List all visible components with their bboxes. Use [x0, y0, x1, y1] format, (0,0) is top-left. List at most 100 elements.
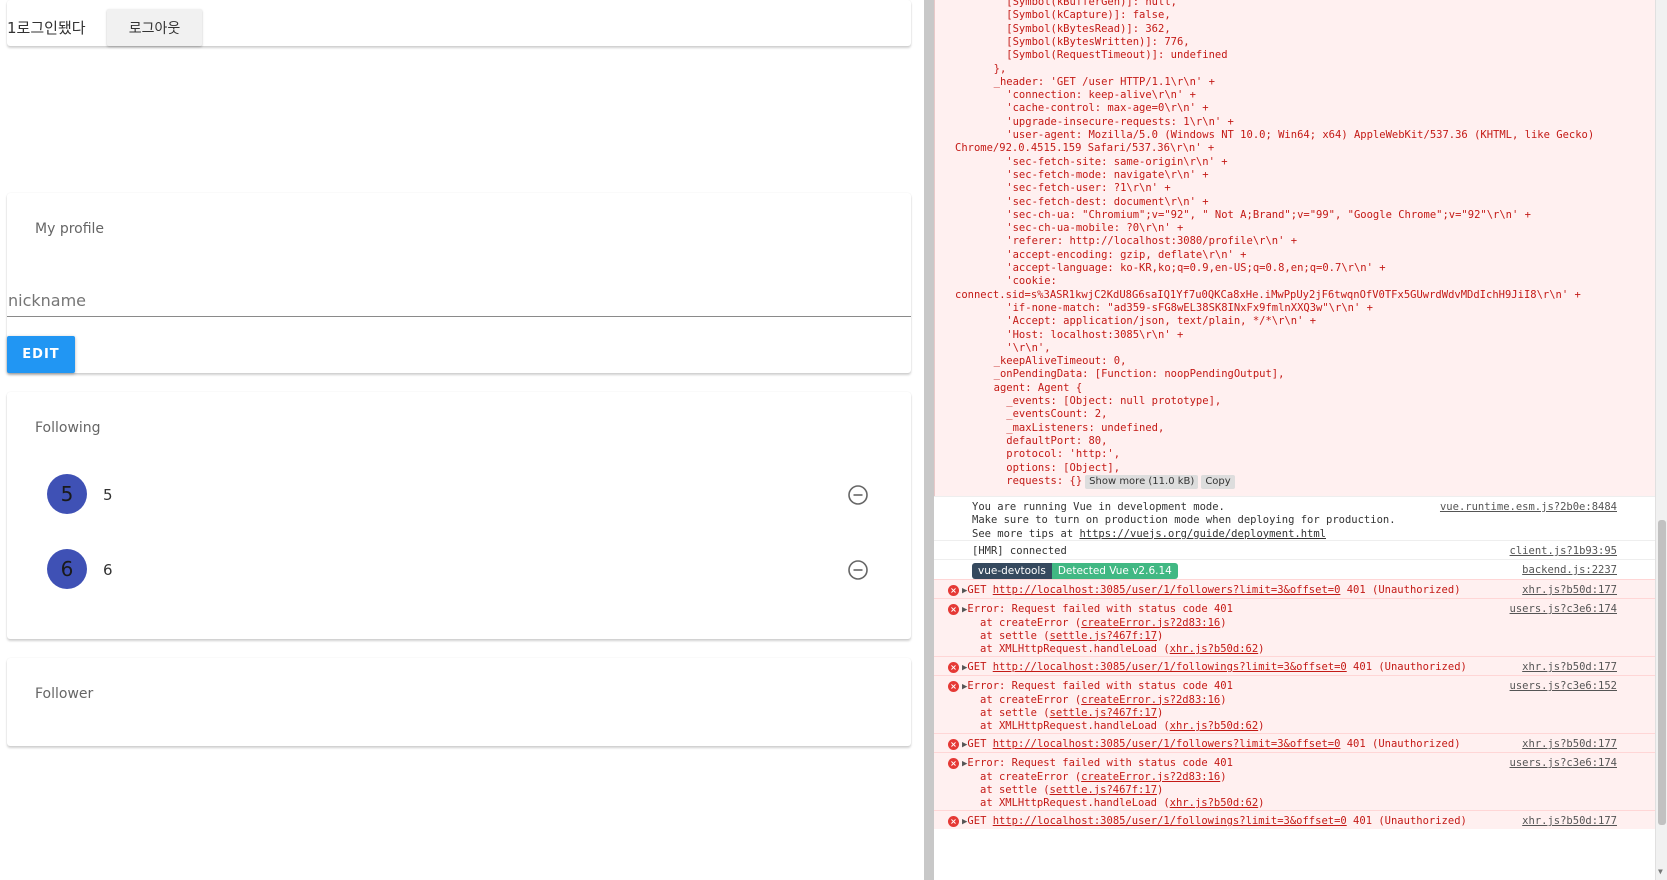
console-object-line: _maxListeners: undefined, [981, 421, 1165, 434]
console-scrollbar[interactable]: ▼ [1655, 0, 1667, 880]
console-error-get: × ▶GET http://localhost:3085/user/1/follo… [934, 579, 1655, 598]
logout-button[interactable]: 로그아웃 [107, 9, 202, 46]
expand-caret-icon[interactable]: ▶ [962, 605, 967, 615]
nickname-input[interactable] [7, 284, 911, 317]
expand-caret-icon[interactable]: ▶ [962, 682, 967, 692]
request-url-link[interactable]: http://localhost:3085/user/1/followings?… [993, 815, 1347, 827]
console-object-line: [Symbol(kCapture)]: false, [981, 9, 1171, 22]
minus-circle-icon[interactable] [847, 484, 869, 506]
console-object-line: 'sec-fetch-dest: document\r\n' + [981, 195, 1209, 208]
error-icon: × [948, 662, 959, 673]
console-error-get: × ▶GET http://localhost:3085/user/1/follo… [934, 733, 1655, 752]
console-line[interactable]: ▶GET http://localhost:3085/user/1/follow… [962, 814, 1467, 829]
expand-caret-icon[interactable]: ▶ [962, 817, 967, 827]
login-card: 1로그인됐다 로그아웃 [7, 0, 911, 46]
console-object-line: 'sec-fetch-user: ?1\r\n' + [981, 182, 1171, 195]
expand-caret-icon[interactable]: ▶ [962, 759, 967, 769]
console-object-line: [Symbol(kBytesRead)]: 362, [981, 22, 1171, 35]
console-scrollbar-thumb[interactable] [1658, 520, 1666, 825]
stack-source-link[interactable]: settle.js?467f:17 [1050, 707, 1157, 719]
console-line: You are running Vue in development mode. [972, 501, 1225, 513]
console-line[interactable]: ▶GET http://localhost:3085/user/1/follow… [962, 660, 1467, 675]
console-source-link[interactable]: xhr.js?b50d:177 [1522, 814, 1617, 828]
request-url-link[interactable]: http://localhost:3085/user/1/followers?l… [993, 584, 1341, 596]
show-more-button[interactable]: Show more (11.0 kB) [1085, 474, 1199, 489]
stack-source-link[interactable]: settle.js?467f:17 [1050, 630, 1157, 642]
stack-source-link[interactable]: createError.js?2d83:16 [1081, 617, 1220, 629]
stack-line: at createError (createError.js?2d83:16) [980, 770, 1227, 783]
console-line: vue-devtools Detected Vue v2.6.14 [972, 563, 1178, 579]
console-object-line: protocol: 'http:', [981, 448, 1121, 461]
minus-circle-icon[interactable] [847, 559, 869, 581]
follower-title: Follower [35, 686, 94, 702]
console-source-link[interactable]: client.js?1b93:95 [1510, 544, 1617, 558]
console-line: [HMR] connected [972, 545, 1067, 557]
stack-source-link[interactable]: xhr.js?b50d:62 [1170, 720, 1259, 732]
console-source-link[interactable]: xhr.js?b50d:177 [1522, 660, 1617, 674]
list-item[interactable]: 6 6 [7, 534, 911, 604]
console-object-line: 'cookie: [981, 275, 1057, 288]
stack-line: at XMLHttpRequest.handleLoad (xhr.js?b50… [980, 720, 1265, 733]
request-url-link[interactable]: http://localhost:3085/user/1/followers?l… [993, 738, 1341, 750]
profile-title: My profile [35, 221, 105, 237]
console-object-line: [Symbol(RequestTimeout)]: undefined [981, 49, 1228, 62]
console-error-stack: × ▶Error: Request failed with status code… [934, 598, 1655, 656]
vue-version-badge: Detected Vue v2.6.14 [1051, 563, 1178, 579]
following-card: Following 5 5 6 6 [7, 392, 911, 639]
console-source-link[interactable]: users.js?c3e6:174 [1510, 602, 1617, 616]
console-object-line: 'sec-ch-ua: "Chromium";v="92", " Not A;B… [981, 208, 1531, 221]
app-scrollbar[interactable] [924, 0, 934, 880]
stack-line: at settle (settle.js?467f:17) [980, 629, 1164, 642]
console-error-stack: × ▶Error: Request failed with status code… [934, 675, 1655, 733]
console-error-get: × ▶GET http://localhost:3085/user/1/follo… [934, 656, 1655, 675]
following-title: Following [35, 420, 101, 436]
console-object-line: 'sec-fetch-mode: navigate\r\n' + [981, 168, 1209, 181]
console-object-dump: [Symbol(kBufferGen)]: null, [Symbol(kCap… [934, 0, 1655, 524]
list-item[interactable]: 5 5 [7, 459, 911, 529]
error-icon: × [948, 604, 959, 615]
profile-card: My profile EDIT [7, 193, 911, 373]
console-object-line: 'sec-fetch-site: same-origin\r\n' + [981, 155, 1228, 168]
error-icon: × [948, 739, 959, 750]
console-object-line: defaultPort: 80, [981, 434, 1108, 447]
vue-devtools-badge: vue-devtools [972, 563, 1052, 579]
console-object-line: _onPendingData: [Function: noopPendingOu… [981, 368, 1285, 381]
stack-source-link[interactable]: settle.js?467f:17 [1050, 784, 1157, 796]
expand-caret-icon[interactable]: ▶ [962, 586, 967, 596]
console-line[interactable]: ▶GET http://localhost:3085/user/1/follow… [962, 737, 1461, 752]
console-object-line: 'accept-encoding: gzip, deflate\r\n' + [981, 248, 1247, 261]
console-line[interactable]: ▶GET http://localhost:3085/user/1/follow… [962, 583, 1461, 598]
console-object-line: '\r\n', [981, 341, 1051, 354]
console-source-link[interactable]: vue.runtime.esm.js?2b0e:8484 [1440, 500, 1617, 514]
expand-caret-icon[interactable]: ▶ [962, 663, 967, 673]
console-object-line: options: [Object], [981, 461, 1121, 474]
request-url-link[interactable]: http://localhost:3085/user/1/followings?… [993, 661, 1347, 673]
console-source-link[interactable]: users.js?c3e6:152 [1510, 679, 1617, 693]
console-object-line: 'connection: keep-alive\r\n' + [981, 89, 1196, 102]
expand-caret-icon[interactable]: ▶ [962, 740, 967, 750]
console-object-line: requests: {} Show more (11.0 kB) Copy [981, 474, 1235, 489]
stack-source-link[interactable]: createError.js?2d83:16 [1081, 694, 1220, 706]
console-object-line: [Symbol(kBytesWritten)]: 776, [981, 35, 1190, 48]
copy-button[interactable]: Copy [1201, 474, 1235, 489]
stack-source-link[interactable]: xhr.js?b50d:62 [1170, 643, 1259, 655]
error-icon: × [948, 585, 959, 596]
console-source-link[interactable]: xhr.js?b50d:177 [1522, 737, 1617, 751]
stack-source-link[interactable]: xhr.js?b50d:62 [1170, 797, 1259, 809]
console-object-line: 'Host: localhost:3085\r\n' + [981, 328, 1184, 341]
console-info-message: You are running Vue in development mode.… [934, 496, 1655, 540]
avatar: 5 [47, 474, 87, 514]
console-source-link[interactable]: users.js?c3e6:174 [1510, 756, 1617, 770]
console-object-line: }, [981, 62, 1007, 75]
console-source-link[interactable]: backend.js:2237 [1522, 563, 1617, 577]
stack-source-link[interactable]: createError.js?2d83:16 [1081, 771, 1220, 783]
scroll-down-arrow-icon[interactable]: ▼ [1658, 867, 1663, 876]
edit-button[interactable]: EDIT [7, 336, 75, 373]
console-line: See more tips at https://vuejs.org/guide… [972, 527, 1327, 540]
vue-guide-link[interactable]: https://vuejs.org/guide/deployment.html [1079, 528, 1326, 540]
console-source-link[interactable]: xhr.js?b50d:177 [1522, 583, 1617, 597]
console-object-line: _events: [Object: null prototype], [981, 395, 1222, 407]
console-object-line: 'accept-language: ko-KR,ko;q=0.9,en-US;q… [981, 262, 1386, 274]
console-object-line: 'cache-control: max-age=0\r\n' + [981, 102, 1209, 115]
error-icon: × [948, 816, 959, 827]
